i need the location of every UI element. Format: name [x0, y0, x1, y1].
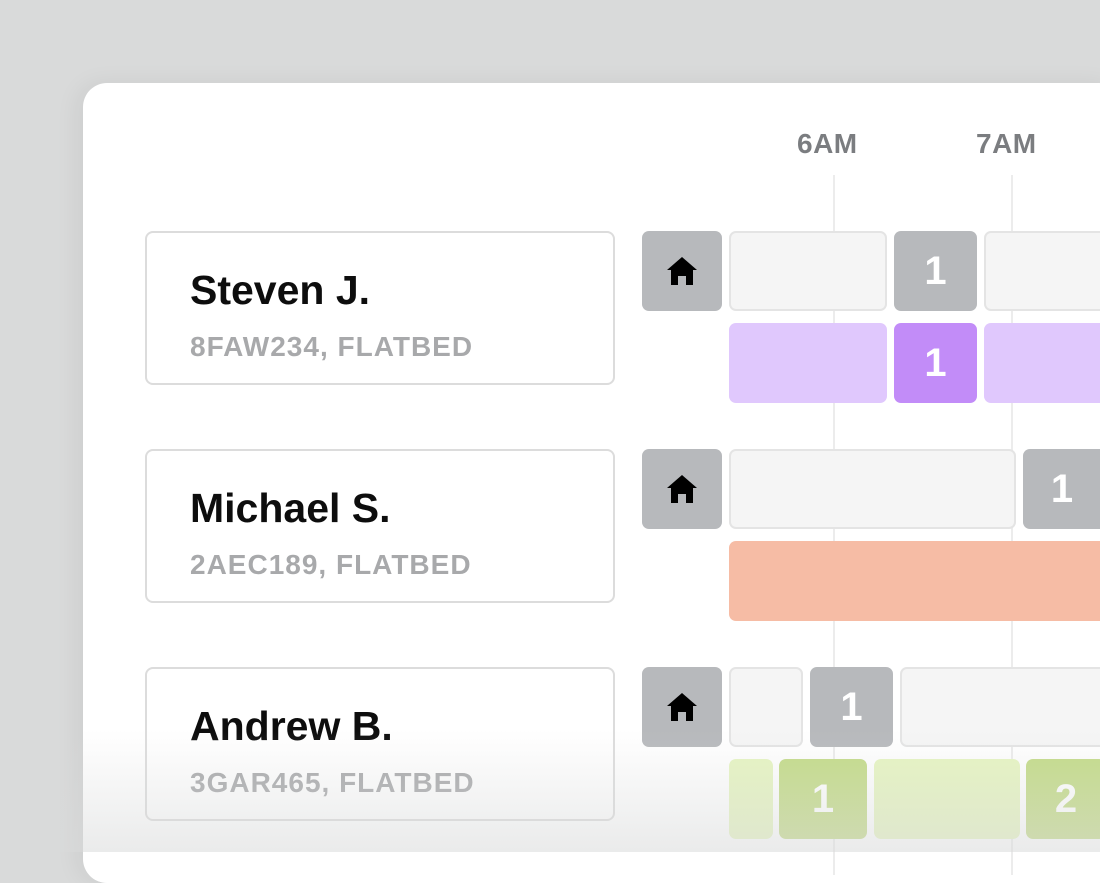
route-segment[interactable]	[874, 759, 1020, 839]
route-segment[interactable]	[729, 541, 1100, 621]
home-icon	[667, 693, 697, 721]
stop-number: 1	[1050, 466, 1074, 511]
hour-label-6am: 6AM	[797, 128, 858, 159]
route-stop-marker[interactable]: 2	[1026, 759, 1100, 839]
driver-vehicle: 8FAW234, FLATBED	[190, 331, 474, 362]
route-segment[interactable]	[729, 323, 887, 403]
driver-card-steven[interactable]: Steven J. 8FAW234, FLATBED	[145, 231, 615, 385]
home-button[interactable]	[642, 449, 722, 529]
schedule-slot-empty[interactable]	[900, 667, 1100, 747]
driver-name: Andrew B.	[190, 703, 393, 749]
hour-label-7am: 7AM	[976, 128, 1037, 159]
driver-card-andrew[interactable]: Andrew B. 3GAR465, FLATBED	[145, 667, 615, 821]
home-icon	[667, 475, 697, 503]
schedule-slot-empty[interactable]	[984, 231, 1100, 311]
driver-vehicle: 2AEC189, FLATBED	[190, 549, 472, 580]
driver-vehicle: 3GAR465, FLATBED	[190, 767, 475, 798]
schedule-slot-empty[interactable]	[729, 231, 887, 311]
stop-marker[interactable]: 1	[1023, 449, 1100, 529]
driver-name: Steven J.	[190, 267, 371, 313]
route-stop-marker[interactable]: 1	[779, 759, 867, 839]
schedule-slot-empty[interactable]	[729, 449, 1016, 529]
driver-name: Michael S.	[190, 485, 391, 531]
home-button[interactable]	[642, 667, 722, 747]
stop-marker[interactable]: 1	[810, 667, 893, 747]
route-segment[interactable]	[984, 323, 1100, 403]
driver-card-michael[interactable]: Michael S. 2AEC189, FLATBED	[145, 449, 615, 603]
home-icon	[667, 257, 697, 285]
stop-marker[interactable]: 1	[894, 231, 977, 311]
route-segment[interactable]	[729, 759, 773, 839]
home-button[interactable]	[642, 231, 722, 311]
route-stop-marker[interactable]: 1	[894, 323, 977, 403]
schedule-slot-empty[interactable]	[729, 667, 803, 747]
